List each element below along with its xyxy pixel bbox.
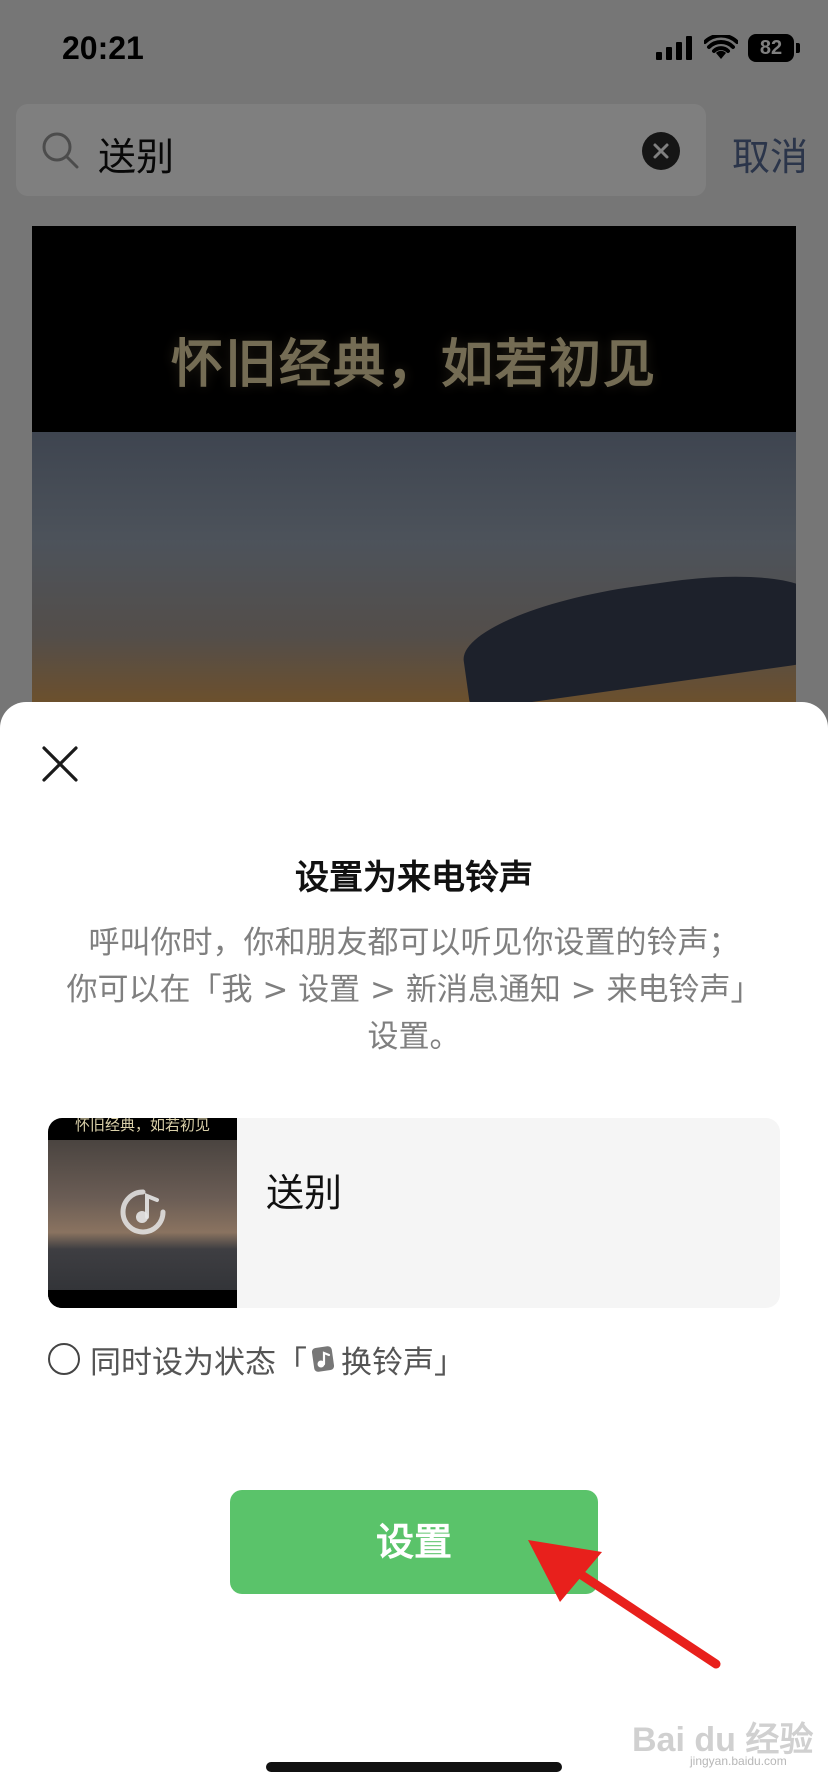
music-note-icon (120, 1189, 166, 1235)
sheet-description: 呼叫你时，你和朋友都可以听见你设置的铃声； 你可以在「我 > 设置 > 新消息通… (40, 920, 788, 1061)
ringtone-status-icon (311, 1346, 335, 1372)
status-radio[interactable] (48, 1343, 80, 1375)
close-icon[interactable] (36, 740, 84, 788)
thumbnail-bottom-band (48, 1290, 237, 1308)
home-indicator[interactable] (266, 1762, 562, 1772)
also-set-status-option[interactable]: 同时设为状态「 换铃声」 (48, 1336, 465, 1382)
sheet-title: 设置为来电铃声 (295, 858, 533, 898)
song-card[interactable]: 怀旧经典，如若初见 送别 (48, 1118, 780, 1308)
watermark-url: jingyan.baidu.com (690, 1754, 787, 1768)
song-name: 送别 (266, 1171, 343, 1215)
status-option-suffix: 换铃声」 (341, 1344, 465, 1381)
annotation-arrow-icon (528, 1540, 721, 1669)
thumbnail-title: 怀旧经典，如若初见 (74, 1118, 210, 1134)
status-option-prefix: 同时设为状态「 (90, 1344, 307, 1381)
description-line: 你可以在「我 > 设置 > 新消息通知 > 来电铃声」 (66, 972, 762, 1008)
description-line: 设置。 (367, 1019, 461, 1055)
song-thumbnail: 怀旧经典，如若初见 (48, 1118, 237, 1308)
description-line: 呼叫你时，你和朋友都可以听见你设置的铃声； (88, 925, 740, 961)
